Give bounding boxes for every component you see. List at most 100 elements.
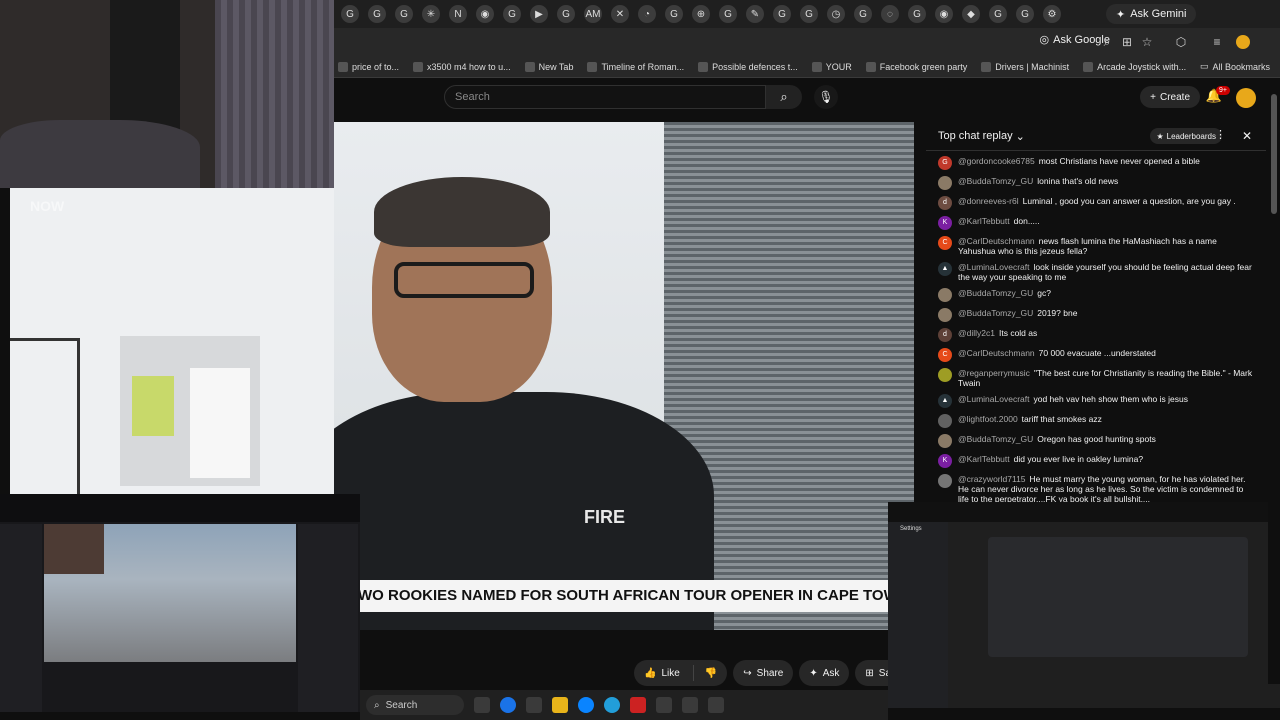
bookmark-item[interactable]: price of to...	[338, 61, 399, 72]
chat-avatar[interactable]	[938, 414, 952, 428]
chat-author[interactable]: @BuddaTomzy_GU	[958, 434, 1033, 444]
bookmark-item[interactable]: New Tab	[524, 61, 573, 72]
chat-author[interactable]: @LuminaLovecraft	[958, 262, 1029, 272]
account-avatar[interactable]	[1236, 88, 1256, 108]
thumbs-down-icon[interactable]: 👎	[705, 668, 717, 679]
app-icon[interactable]	[682, 697, 698, 713]
chat-avatar[interactable]: C	[938, 348, 952, 362]
chat-avatar[interactable]	[938, 288, 952, 302]
page-scrollbar[interactable]	[1268, 84, 1280, 684]
bookmark-item[interactable]: YOUR	[811, 61, 852, 72]
chat-title[interactable]: Top chat replay	[938, 130, 1013, 142]
chevron-down-icon[interactable]: ⌄	[1016, 130, 1025, 143]
browser-tab[interactable]: ✳	[422, 5, 440, 23]
app-icon[interactable]	[474, 697, 490, 713]
browser-tab[interactable]: ◔	[638, 5, 656, 23]
chat-author[interactable]: @BuddaTomzy_GU	[958, 176, 1033, 186]
bookmark-item[interactable]: Possible defences t...	[698, 61, 798, 72]
chat-avatar[interactable]: ▲	[938, 394, 952, 408]
chat-avatar[interactable]	[938, 176, 952, 190]
app-icon[interactable]	[656, 697, 672, 713]
bookmark-item[interactable]: x3500 m4 how to u...	[413, 61, 511, 72]
install-icon[interactable]: ⊞	[1120, 35, 1134, 49]
chat-author[interactable]: @dilly2c1	[958, 328, 995, 338]
leaderboards-button[interactable]: ★ Leaderboards	[1150, 128, 1222, 144]
share-button[interactable]: ↪ Share	[733, 660, 794, 686]
chat-avatar[interactable]: ▲	[938, 262, 952, 276]
chrome-icon[interactable]	[500, 697, 516, 713]
profile-avatar-icon[interactable]	[1236, 35, 1250, 49]
create-button[interactable]: + Create	[1140, 86, 1200, 108]
bookmark-item[interactable]: Drivers | Machinist	[981, 61, 1069, 72]
browser-tab[interactable]: ◆	[962, 5, 980, 23]
browser-tab[interactable]: G	[800, 5, 818, 23]
ask-gemini-button[interactable]: ✦ Ask Gemini	[1106, 4, 1197, 24]
browser-tab[interactable]: G	[989, 5, 1007, 23]
chat-author[interactable]: @KarlTebbutt	[958, 454, 1010, 464]
browser-tab[interactable]: ✎	[746, 5, 764, 23]
chat-author[interactable]: @LuminaLovecraft	[958, 394, 1029, 404]
chat-author[interactable]: @gordoncooke6785	[958, 156, 1035, 166]
chat-author[interactable]: @BuddaTomzy_GU	[958, 308, 1033, 318]
ask-button[interactable]: ✦ Ask	[799, 660, 850, 686]
browser-tab[interactable]: G	[773, 5, 791, 23]
browser-tab[interactable]: ✕	[611, 5, 629, 23]
bookmark-item[interactable]: Facebook green party	[865, 61, 967, 72]
search-input[interactable]: Search	[444, 85, 766, 109]
browser-tab[interactable]: ▶	[530, 5, 548, 23]
browser-tab[interactable]: G	[341, 5, 359, 23]
more-options-icon[interactable]: ⋮	[1215, 128, 1226, 141]
browser-tab[interactable]: ◉	[935, 5, 953, 23]
app-icon[interactable]	[708, 697, 724, 713]
app-icon[interactable]	[630, 697, 646, 713]
voice-search-button[interactable]: 🎙	[814, 85, 838, 109]
browser-tab[interactable]: ⊕	[692, 5, 710, 23]
chat-avatar[interactable]: K	[938, 216, 952, 230]
browser-tab[interactable]: ◉	[476, 5, 494, 23]
chat-avatar[interactable]	[938, 308, 952, 322]
chat-avatar[interactable]	[938, 368, 952, 382]
chat-avatar[interactable]: G	[938, 156, 952, 170]
like-button[interactable]: 👍 Like 👎	[634, 660, 728, 686]
reading-list-icon[interactable]: ≡	[1210, 35, 1224, 49]
chat-avatar[interactable]	[938, 434, 952, 448]
browser-tab[interactable]: G	[719, 5, 737, 23]
extensions-icon[interactable]: ⬡	[1174, 35, 1188, 49]
search-button[interactable]: ⌕	[766, 85, 802, 109]
video-player[interactable]: FIRE WO ROOKIES NAMED FOR SOUTH AFRICAN …	[334, 122, 914, 630]
browser-tab[interactable]: G	[908, 5, 926, 23]
chat-author[interactable]: @reganperrymusic	[958, 368, 1030, 378]
browser-tab[interactable]: ◷	[827, 5, 845, 23]
chat-author[interactable]: @lightfoot.2000	[958, 414, 1018, 424]
chat-author[interactable]: @BuddaTomzy_GU	[958, 288, 1033, 298]
browser-tab[interactable]: G	[395, 5, 413, 23]
taskbar-search[interactable]: ⌕ Search	[366, 695, 464, 715]
browser-tab[interactable]: G	[503, 5, 521, 23]
browser-tab[interactable]: G	[557, 5, 575, 23]
file-explorer-icon[interactable]	[552, 697, 568, 713]
edge-icon[interactable]	[578, 697, 594, 713]
chat-avatar[interactable]: K	[938, 454, 952, 468]
telegram-icon[interactable]	[604, 697, 620, 713]
browser-tab[interactable]: ◌	[881, 5, 899, 23]
browser-tab[interactable]: G	[1016, 5, 1034, 23]
chat-avatar[interactable]: C	[938, 236, 952, 250]
bookmark-item[interactable]: Timeline of Roman...	[587, 61, 684, 72]
browser-tab[interactable]: N	[449, 5, 467, 23]
chat-author[interactable]: @CarlDeutschmann	[958, 236, 1035, 246]
chat-author[interactable]: @KarlTebbutt	[958, 216, 1010, 226]
chat-author[interactable]: @donreeves-r6l	[958, 196, 1019, 206]
all-bookmarks-button[interactable]: ▭ All Bookmarks	[1200, 61, 1270, 72]
chat-author[interactable]: @crazyworld7115	[958, 474, 1026, 484]
chat-avatar[interactable]: d	[938, 196, 952, 210]
browser-tab[interactable]: G	[665, 5, 683, 23]
close-icon[interactable]: ✕	[1242, 129, 1252, 143]
bookmark-star-icon[interactable]: ☆	[1140, 35, 1154, 49]
browser-tab[interactable]: G	[368, 5, 386, 23]
chat-avatar[interactable]	[938, 474, 952, 488]
browser-tab[interactable]: ⚙	[1043, 5, 1061, 23]
zoom-icon[interactable]: ⌕	[1100, 35, 1114, 49]
app-icon[interactable]	[526, 697, 542, 713]
chat-author[interactable]: @CarlDeutschmann	[958, 348, 1035, 358]
bookmark-item[interactable]: Arcade Joystick with...	[1083, 61, 1186, 72]
